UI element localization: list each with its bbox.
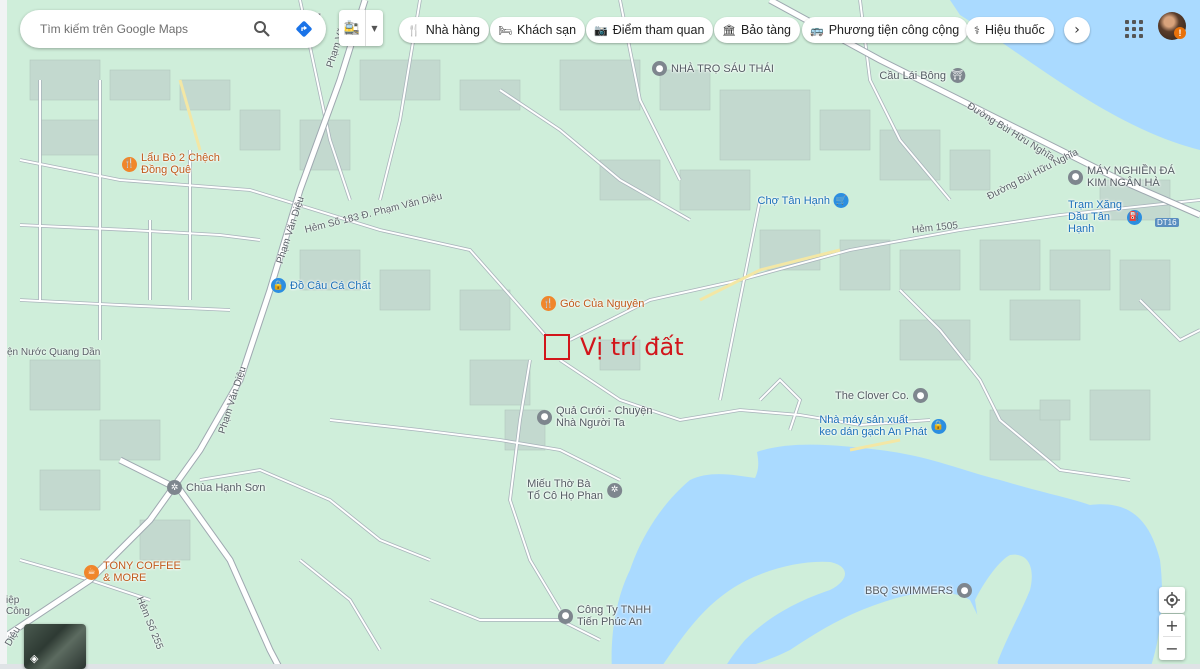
land-location-marker bbox=[544, 334, 570, 360]
place-pin[interactable]: Trạm Xăng Dầu Tân Hạnh ⛽ bbox=[1068, 199, 1142, 235]
place-pin[interactable]: 🔒 Đồ Câu Cá Chất bbox=[271, 278, 371, 293]
place-icon: ● bbox=[558, 608, 573, 624]
category-chip[interactable]: ⚕ Hiệu thuốc bbox=[966, 17, 1054, 43]
place-label: Đồ Câu Cá Chất bbox=[290, 279, 371, 292]
left-edge-strip bbox=[0, 0, 7, 669]
place-pin[interactable]: Miếu Thờ Bà Tổ Cô Họ Phan ✲ bbox=[527, 478, 622, 502]
restaurant-icon: 🍴 bbox=[122, 156, 137, 172]
chevron-right-icon[interactable]: › bbox=[1064, 17, 1090, 43]
place-icon: ● bbox=[1068, 169, 1083, 185]
my-location-icon bbox=[1164, 592, 1180, 608]
search-icon[interactable] bbox=[252, 19, 272, 39]
my-location-button[interactable] bbox=[1159, 587, 1185, 613]
land-location-label: Vị trí đất bbox=[580, 333, 684, 361]
search-box[interactable] bbox=[20, 10, 326, 48]
place-pin[interactable]: Cầu Lái Bông ⛩ bbox=[879, 68, 965, 83]
place-label: BBQ SWIMMERS bbox=[864, 584, 953, 597]
chevron-down-icon[interactable]: ▼ bbox=[365, 10, 383, 46]
shop-icon: 🛒 bbox=[834, 193, 849, 208]
search-input[interactable] bbox=[38, 21, 252, 37]
place-pin[interactable]: The Clover Co. ● bbox=[835, 388, 928, 403]
place-pin[interactable]: ✲ Chùa Hạnh Sơn bbox=[167, 480, 265, 495]
zoom-controls: + − bbox=[1159, 614, 1185, 660]
category-chip-label: Khách sạn bbox=[516, 23, 577, 37]
category-chip-label: Bảo tàng bbox=[740, 23, 792, 37]
category-chip[interactable]: 📷 Điểm tham quan bbox=[586, 17, 714, 43]
place-icon: ● bbox=[957, 583, 972, 598]
restaurant-icon: 🍴 bbox=[541, 296, 556, 311]
place-pin[interactable]: ● MÁY NGHIỀN ĐÁ KIM NGÂN HÀ bbox=[1068, 165, 1175, 189]
place-label: Cầu Lái Bông bbox=[879, 69, 946, 82]
place-icon: ✲ bbox=[167, 480, 182, 495]
place-icon: ✲ bbox=[607, 482, 622, 498]
place-label: Lẩu Bò 2 Chệch Đồng Quê bbox=[141, 152, 220, 176]
place-pin[interactable]: ● Quả Cưới - Chuyện Nhà Người Ta bbox=[537, 405, 653, 429]
category-chip-label: Phương tiện công cộng bbox=[828, 23, 960, 37]
pharmacy-icon: ⚕ bbox=[974, 23, 980, 37]
place-label: Góc Của Nguyên bbox=[560, 297, 645, 310]
restaurant-icon: 🍴 bbox=[407, 23, 421, 37]
road-label: iệp Công bbox=[6, 595, 30, 617]
place-pin[interactable]: 🍴 Góc Của Nguyên bbox=[541, 296, 644, 311]
place-label: Chợ Tân Hạnh bbox=[757, 194, 830, 207]
place-label: TONY COFFEE & MORE bbox=[103, 560, 181, 584]
place-label: Miếu Thờ Bà Tổ Cô Họ Phan bbox=[527, 478, 603, 502]
category-chip-label: Hiệu thuốc bbox=[984, 23, 1045, 37]
shop-icon: ⛽ bbox=[1127, 209, 1142, 225]
museum-icon: 🏛 bbox=[722, 23, 736, 37]
place-label: The Clover Co. bbox=[835, 389, 909, 402]
layer-type-toggle[interactable]: 🚉 ▼ bbox=[339, 10, 383, 46]
shop-icon: 🔒 bbox=[931, 418, 946, 434]
place-pin[interactable]: 🍴 Lẩu Bò 2 Chệch Đồng Quê bbox=[122, 152, 220, 176]
zoom-in-button[interactable]: + bbox=[1159, 614, 1185, 636]
place-label: Quả Cưới - Chuyện Nhà Người Ta bbox=[556, 405, 653, 429]
camera-icon: 📷 bbox=[594, 23, 608, 37]
category-chip[interactable]: 🏛 Bảo tàng bbox=[714, 17, 801, 43]
place-label: NHÀ TRỌ SÁU THÁI bbox=[671, 62, 774, 75]
place-label: Công Ty TNHH Tiến Phúc An bbox=[577, 604, 652, 628]
category-chip[interactable]: 🛏 Khách sạn bbox=[490, 17, 586, 43]
transit-icon: 🚌 bbox=[810, 23, 824, 37]
place-pin[interactable]: Nhà máy sản xuất keo dán gạch An Phát 🔒 bbox=[819, 414, 946, 438]
place-pin[interactable]: ● Công Ty TNHH Tiến Phúc An bbox=[558, 604, 651, 628]
place-icon: ⛩ bbox=[950, 68, 965, 83]
road-label: DT16 bbox=[1155, 218, 1179, 227]
category-chip-label: Nhà hàng bbox=[425, 23, 480, 37]
layers-icon: ◈ bbox=[30, 652, 39, 665]
hotel-icon: 🛏 bbox=[498, 23, 512, 37]
place-icon: ● bbox=[537, 409, 552, 425]
directions-icon[interactable] bbox=[294, 19, 314, 39]
place-pin[interactable]: ● NHÀ TRỌ SÁU THÁI bbox=[652, 61, 774, 76]
category-chip-label: Điểm tham quan bbox=[612, 23, 705, 37]
place-pin[interactable]: Chợ Tân Hạnh 🛒 bbox=[758, 193, 849, 208]
place-label: Nhà máy sản xuất keo dán gạch An Phát bbox=[819, 414, 927, 438]
place-icon: ● bbox=[652, 61, 667, 76]
shop-icon: 🔒 bbox=[271, 278, 286, 293]
layers-button[interactable]: ◈ bbox=[24, 624, 86, 669]
place-icon: ● bbox=[913, 388, 928, 403]
transit-layer-icon[interactable]: 🚉 bbox=[339, 21, 365, 36]
place-pin[interactable]: ☕ TONY COFFEE & MORE bbox=[84, 560, 181, 584]
road-label: ện Nước Quang Dần bbox=[7, 347, 101, 358]
category-chip[interactable]: 🚌 Phương tiện công cộng bbox=[802, 17, 969, 43]
bottom-edge-strip bbox=[0, 664, 1200, 669]
category-chip[interactable]: 🍴 Nhà hàng bbox=[399, 17, 489, 43]
place-label: Trạm Xăng Dầu Tân Hạnh bbox=[1068, 199, 1123, 235]
zoom-out-button[interactable]: − bbox=[1159, 637, 1185, 659]
place-label: Chùa Hạnh Sơn bbox=[186, 481, 266, 494]
avatar-badge: ! bbox=[1174, 27, 1186, 39]
restaurant-icon: ☕ bbox=[84, 564, 99, 580]
place-label: MÁY NGHIỀN ĐÁ KIM NGÂN HÀ bbox=[1087, 165, 1175, 189]
place-pin[interactable]: BBQ SWIMMERS ● bbox=[865, 583, 972, 598]
apps-grid-icon[interactable] bbox=[1121, 16, 1143, 38]
